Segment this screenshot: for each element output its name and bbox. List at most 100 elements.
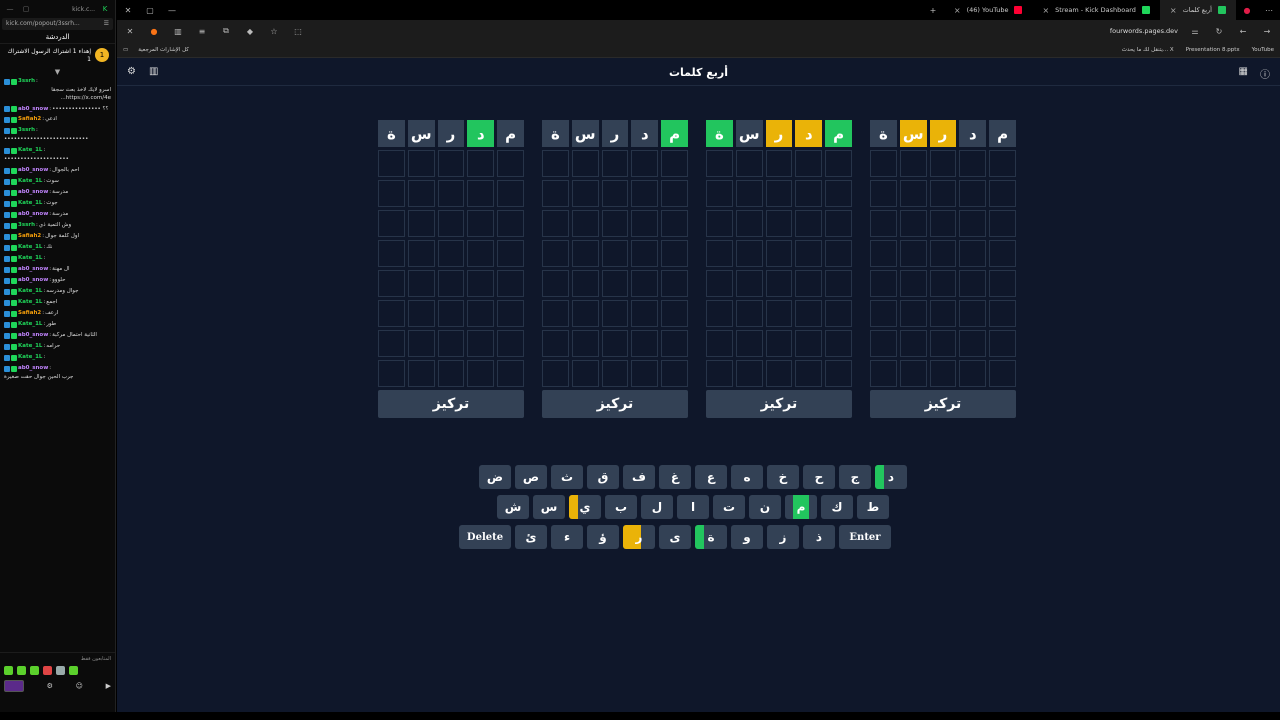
bookmark-bar-icon[interactable]: ≡ (195, 27, 209, 36)
letter-key[interactable]: غ (659, 465, 691, 489)
chat-username[interactable]: Safiah2 (18, 116, 41, 124)
letter-key[interactable]: س (533, 495, 565, 519)
close-icon[interactable]: × (1042, 6, 1049, 15)
chat-username[interactable]: ab0_snow (18, 365, 48, 373)
letter-key[interactable]: ذ (803, 525, 835, 549)
letter-key[interactable]: ت (713, 495, 745, 519)
chat-username[interactable]: Kate_1L (18, 321, 42, 329)
new-tab-icon[interactable]: + (922, 6, 944, 15)
chat-username[interactable]: Kate_1L (18, 288, 42, 296)
letter-key[interactable]: ه (731, 465, 763, 489)
emote-icon[interactable] (17, 666, 26, 675)
chat-username[interactable]: 3ssrh (18, 78, 35, 86)
close-window-icon[interactable]: ✕ (117, 6, 139, 15)
delete-key[interactable]: Delete (459, 525, 511, 549)
chat-username[interactable]: ab0_snow (18, 266, 48, 274)
chat-username[interactable]: Kate_1L (18, 244, 42, 252)
chat-username[interactable]: 3ssrh (18, 127, 35, 135)
chat-username[interactable]: ab0_snow (18, 167, 48, 175)
chat-username[interactable]: Kate_1L (18, 299, 42, 307)
letter-key[interactable]: ع (695, 465, 727, 489)
letter-key[interactable]: ح (803, 465, 835, 489)
chat-username[interactable]: ab0_snow (18, 277, 48, 285)
letter-key[interactable]: ن (749, 495, 781, 519)
letter-key[interactable]: ي (569, 495, 601, 519)
chat-username[interactable]: Kate_1L (18, 200, 42, 208)
restore-icon[interactable]: ▢ (139, 6, 161, 15)
letter-key[interactable]: ط (857, 495, 889, 519)
letter-key[interactable]: ة (695, 525, 727, 549)
bookmark-youtube[interactable]: YouTube (1252, 47, 1274, 53)
emote-icon[interactable] (30, 666, 39, 675)
letter-key[interactable]: ف (623, 465, 655, 489)
share-icon[interactable]: ⧉ (219, 26, 233, 36)
letter-key[interactable]: ز (767, 525, 799, 549)
diamond-icon[interactable]: ◆ (243, 27, 257, 36)
minimize-icon[interactable]: — (161, 6, 183, 15)
extension-icon[interactable]: ● (147, 27, 161, 36)
forward-icon[interactable]: → (1260, 27, 1274, 36)
letter-key[interactable]: ق (587, 465, 619, 489)
letter-key[interactable]: ى (659, 525, 691, 549)
emote-icon[interactable] (43, 666, 52, 675)
focus-button[interactable]: تركيز (870, 390, 1016, 418)
letter-key[interactable]: ب (605, 495, 637, 519)
emote-icon[interactable] (56, 666, 65, 675)
chat-username[interactable]: Kate_1L (18, 354, 42, 362)
tab-fourwords[interactable]: × أربع كلمات (1159, 0, 1236, 20)
focus-button[interactable]: تركيز (706, 390, 852, 418)
settings-icon[interactable]: ⚙ (127, 66, 136, 77)
chat-username[interactable]: Kate_1L (18, 255, 42, 263)
letter-key[interactable]: د (875, 465, 907, 489)
chat-username[interactable]: ab0_snow (18, 332, 48, 340)
info-icon[interactable]: ⓘ (1260, 66, 1270, 81)
maximize-icon[interactable]: ▢ (20, 5, 32, 13)
close-icon[interactable]: × (1170, 6, 1177, 15)
letter-key[interactable]: ك (821, 495, 853, 519)
tune-icon[interactable]: ⚌ (1188, 27, 1202, 36)
bookmark-presentation[interactable]: Presentation 8.pptx (1186, 47, 1240, 53)
emoji-icon[interactable]: ☺ (76, 682, 83, 690)
letter-key[interactable]: ا (677, 495, 709, 519)
calendar-icon[interactable]: ▦ (1239, 66, 1248, 77)
letter-key[interactable]: ء (551, 525, 583, 549)
sidebar-icon[interactable]: ▥ (171, 27, 185, 36)
back-icon[interactable]: ← (1236, 27, 1250, 36)
tab-youtube[interactable]: × (46) YouTube (944, 0, 1033, 20)
chevron-down-icon[interactable]: ▼ (0, 68, 115, 78)
close-icon[interactable]: ✕ (123, 27, 137, 36)
emote-icon[interactable] (69, 666, 78, 675)
send-icon[interactable]: ▶ (106, 682, 111, 690)
letter-key[interactable]: ر (623, 525, 655, 549)
chat-username[interactable]: ab0_snow (18, 106, 48, 114)
chat-username[interactable]: Kate_1L (18, 343, 42, 351)
folder-icon[interactable]: ▭ (123, 47, 128, 53)
letter-key[interactable]: ث (551, 465, 583, 489)
reload-icon[interactable]: ↻ (1212, 27, 1226, 36)
letter-key[interactable]: و (731, 525, 763, 549)
letter-key[interactable]: ج (839, 465, 871, 489)
letter-key[interactable]: ض (479, 465, 511, 489)
enter-key[interactable]: Enter (839, 525, 891, 549)
chat-username[interactable]: Safiah2 (18, 310, 41, 318)
menu-icon[interactable]: ☰ (104, 20, 109, 28)
star-icon[interactable]: ☆ (267, 27, 281, 36)
chat-username[interactable]: Safiah2 (18, 233, 41, 241)
address-bar[interactable]: fourwords.pages.dev (1110, 27, 1178, 35)
letter-key[interactable]: ش (497, 495, 529, 519)
screenshot-icon[interactable]: ⬚ (291, 27, 305, 36)
tab-kick-dashboard[interactable]: × Stream - Kick Dashboard (1032, 0, 1159, 20)
all-bookmarks[interactable]: كل الإشارات المرجعية (138, 47, 189, 53)
chat-username[interactable]: 3ssrh (18, 222, 35, 230)
chat-username[interactable]: Kate_1L (18, 147, 42, 155)
focus-button[interactable]: تركيز (378, 390, 524, 418)
chat-username[interactable]: ab0_snow (18, 189, 48, 197)
close-icon[interactable]: × (954, 6, 961, 15)
letter-key[interactable]: م (785, 495, 817, 519)
emote-icon[interactable] (4, 666, 13, 675)
minimize-icon[interactable]: — (4, 5, 16, 13)
letter-key[interactable]: ؤ (587, 525, 619, 549)
menu-icon[interactable]: ⋯ (1258, 6, 1280, 15)
letter-key[interactable]: ص (515, 465, 547, 489)
chat-url-bar[interactable]: kick.com/popout/3ssrh... ☰ (2, 18, 113, 30)
